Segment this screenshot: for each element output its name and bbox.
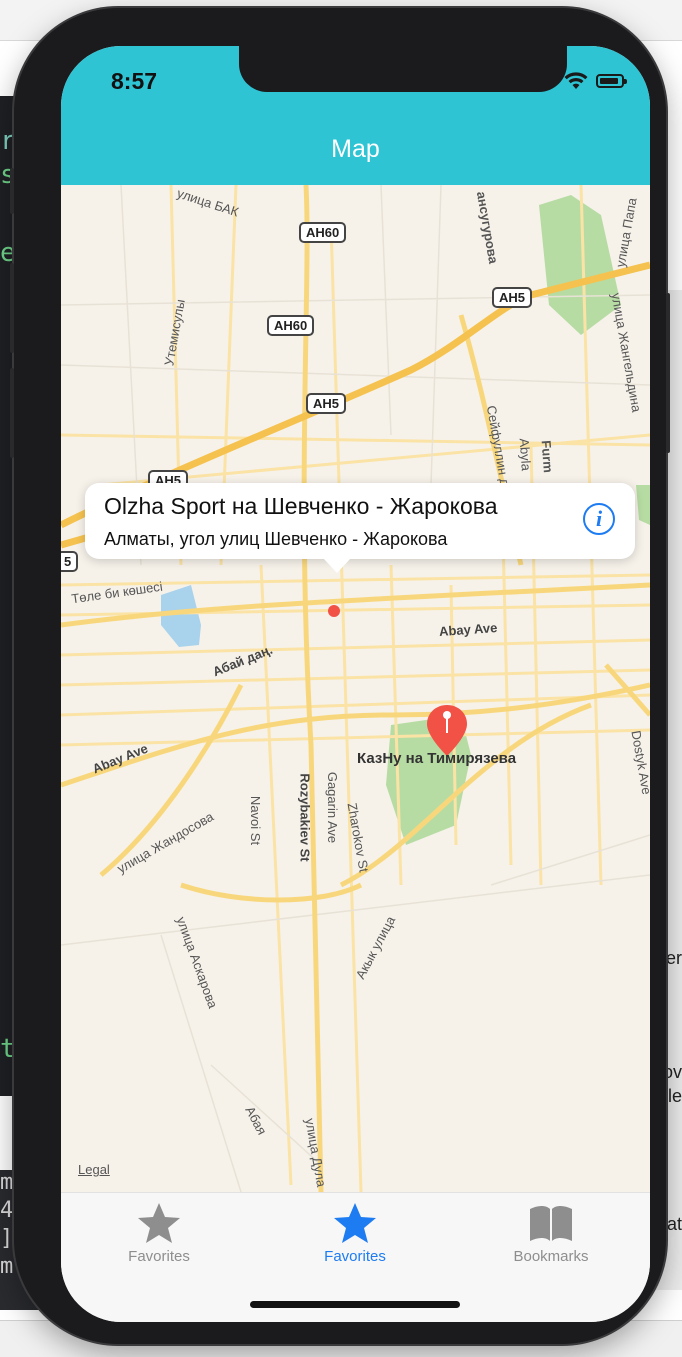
legal-link[interactable]: Legal: [78, 1162, 110, 1177]
park-area: [636, 485, 650, 525]
street-label: Gagarin Ave: [325, 771, 341, 844]
map-pin-head: [443, 711, 451, 719]
star-icon: [138, 1203, 180, 1243]
iphone-frame: 8:57 Map AH60 AH60 AH5 AH5 AH5 5 улица Б…: [10, 8, 670, 1344]
tab-favorites-active[interactable]: Favorites: [257, 1201, 453, 1271]
lake: [161, 585, 201, 647]
inspector-fragment: at: [666, 1214, 682, 1234]
notch: [239, 46, 567, 92]
callout-title: Olzha Sport на Шевченко - Жарокова: [104, 493, 498, 519]
power-button: [666, 293, 670, 453]
tab-label: Favorites: [128, 1248, 190, 1265]
callout-subtitle: Алматы, угол улиц Шевченко - Жарокова: [104, 529, 448, 549]
tab-favorites[interactable]: Favorites: [61, 1201, 257, 1271]
highway-badge: AH60: [267, 315, 315, 336]
info-icon[interactable]: i: [583, 503, 615, 535]
volume-up-button: [10, 263, 14, 353]
battery-icon: [596, 74, 627, 88]
home-indicator[interactable]: [250, 1301, 460, 1308]
street-label: Abyla: [516, 437, 534, 472]
map-canvas: [61, 185, 650, 1192]
star-icon: [334, 1203, 376, 1243]
book-icon: [530, 1206, 572, 1241]
mute-switch: [10, 168, 14, 214]
volume-down-button: [10, 368, 14, 458]
pin-label: КазНу на Тимирязева: [357, 750, 517, 767]
highway-badge: 5: [61, 551, 79, 572]
tab-label: Favorites: [324, 1248, 386, 1265]
map-view[interactable]: AH60 AH60 AH5 AH5 AH5 5 улица БАК Утемис…: [61, 185, 650, 1192]
selected-location-dot[interactable]: [328, 605, 340, 617]
park-area: [539, 195, 621, 335]
highway-badge: AH60: [299, 222, 347, 243]
tab-label: Bookmarks: [513, 1248, 589, 1265]
street-label: Furm: [538, 439, 556, 474]
app-screen: 8:57 Map AH60 AH60 AH5 AH5 AH5 5 улица Б…: [61, 46, 650, 1322]
status-time: 8:57: [111, 68, 158, 94]
page-title: Map: [331, 135, 380, 163]
tab-bookmarks[interactable]: Bookmarks: [453, 1201, 649, 1271]
highway-badge: AH5: [492, 287, 533, 308]
street-label: Navoi St: [248, 795, 264, 846]
inspector-fragment: le: [667, 1086, 682, 1106]
street-label: Rozybakiev St: [297, 773, 313, 862]
wifi-icon: [564, 72, 588, 89]
inspector-fragment: er: [665, 948, 682, 968]
map-callout[interactable]: Olzha Sport на Шевченко - Жарокова Алмат…: [85, 483, 635, 573]
highway-badge: AH5: [306, 393, 347, 414]
